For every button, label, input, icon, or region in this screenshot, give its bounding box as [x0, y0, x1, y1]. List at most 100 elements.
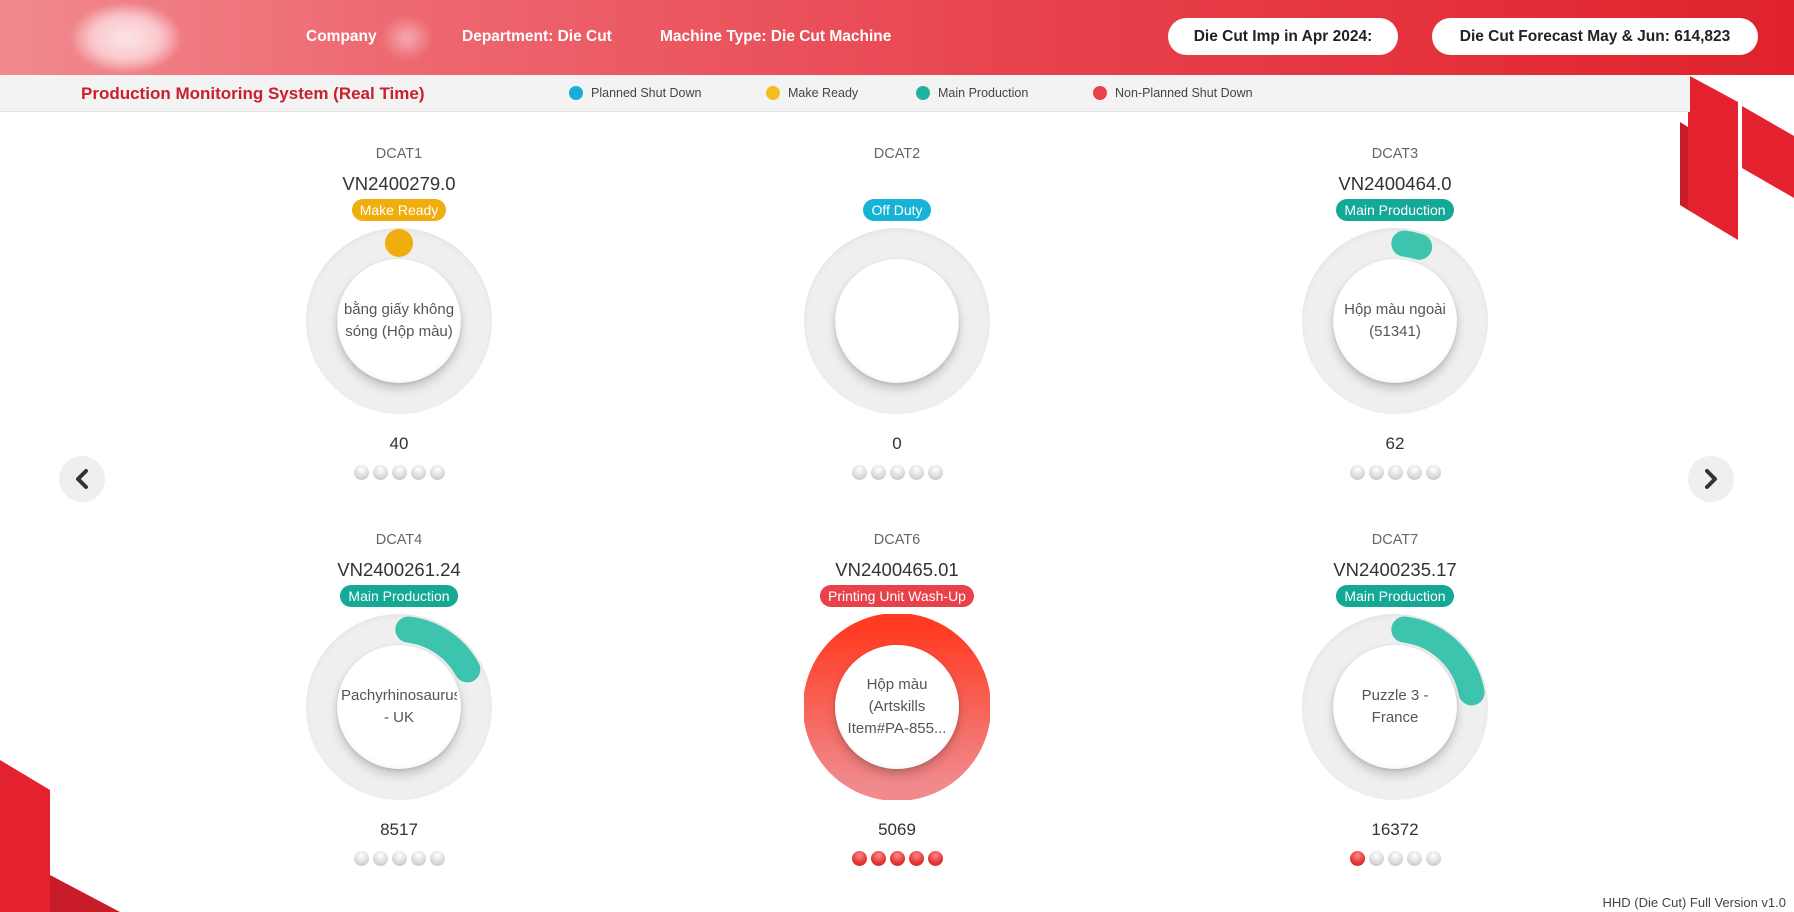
- machine-card[interactable]: DCAT2 Off Duty 0: [767, 146, 1027, 486]
- company-name-redacted: [382, 16, 432, 60]
- status-dots: [269, 465, 529, 480]
- output-count: 0: [892, 434, 902, 453]
- machine-type-label: Machine Type: Die Cut Machine: [660, 28, 892, 45]
- status-dot: [1368, 465, 1384, 480]
- status-dots: [269, 851, 529, 866]
- dashboard-page: Company Department: Die Cut Machine Type…: [0, 0, 1794, 912]
- decor-bottom-left-shape: [0, 760, 120, 912]
- status-dot: [1406, 851, 1422, 866]
- status-badge: Main Production: [340, 585, 458, 607]
- output-count: 8517: [380, 820, 418, 839]
- legend-label: Planned Shut Down: [591, 86, 702, 100]
- status-dot: [429, 465, 445, 480]
- product-name: Hộp màu (Artskills Item#PA-855...: [847, 676, 947, 737]
- status-dot: [391, 851, 407, 866]
- machine-card[interactable]: DCAT3 VN2400464.0 Main Production Hộp mà…: [1265, 146, 1525, 486]
- machine-card[interactable]: DCAT7 VN2400235.17 Main Production Puzzl…: [1265, 532, 1525, 872]
- status-badge: Off Duty: [863, 199, 931, 221]
- progress-gauge: bằng giấy không sóng (Hộp màu): [306, 228, 492, 414]
- machine-card[interactable]: DCAT6 VN2400465.01 Printing Unit Wash-Up…: [767, 532, 1027, 872]
- product-name: Puzzle 3 - France: [1361, 687, 1429, 726]
- chevron-left-icon: [76, 469, 88, 489]
- decor-top-right-shape: [1680, 75, 1794, 240]
- status-dots: [767, 465, 1027, 480]
- legend-planned-shutdown: Planned Shut Down: [569, 86, 702, 100]
- status-dot: [353, 851, 369, 866]
- product-name: Pachyrhinosaurus - UK: [341, 687, 457, 726]
- status-dots: [1265, 851, 1525, 866]
- product-center: bằng giấy không sóng (Hộp màu): [337, 259, 461, 383]
- machine-name: DCAT2: [873, 146, 921, 162]
- status-dot: [353, 465, 369, 480]
- status-dot: [851, 465, 867, 480]
- legend-label: Make Ready: [788, 86, 859, 100]
- version-label: HHD (Die Cut) Full Version v1.0: [1602, 895, 1787, 910]
- status-dot: [391, 465, 407, 480]
- legend-dot: [766, 86, 780, 100]
- job-number: VN2400465.01: [835, 559, 959, 580]
- machine-name: DCAT3: [1371, 146, 1419, 162]
- status-dot: [1368, 851, 1384, 866]
- gauge-progress-arc: [1391, 230, 1433, 260]
- status-dot: [851, 851, 867, 866]
- status-dot: [1425, 851, 1441, 866]
- progress-gauge: [804, 228, 990, 414]
- status-dot: [1349, 465, 1365, 480]
- output-count: 62: [1385, 434, 1405, 453]
- status-dot: [1387, 465, 1403, 480]
- status-dot: [410, 851, 426, 866]
- legend-main-production: Main Production: [916, 86, 1028, 100]
- product-center: Hộp màu ngoài (51341): [1333, 259, 1457, 383]
- department-label: Department: Die Cut: [462, 28, 612, 45]
- status-badge: Make Ready: [351, 199, 447, 221]
- progress-gauge: Pachyrhinosaurus - UK: [306, 614, 492, 800]
- gauge-progress-marker: [385, 229, 413, 257]
- output-count: 16372: [1371, 820, 1419, 839]
- status-dot: [429, 851, 445, 866]
- machine-name: DCAT6: [873, 532, 921, 548]
- status-dot: [927, 465, 943, 480]
- output-count: 5069: [878, 820, 916, 839]
- company-logo: [72, 4, 180, 72]
- status-dots: [767, 851, 1027, 866]
- product-name: Hộp màu ngoài (51341): [1344, 301, 1446, 340]
- status-dot: [870, 851, 886, 866]
- machine-name: DCAT7: [1371, 532, 1419, 548]
- status-badge: Main Production: [1336, 199, 1454, 221]
- legend-dot: [569, 86, 583, 100]
- legend-label: Main Production: [938, 86, 1029, 100]
- status-dot: [410, 465, 426, 480]
- machine-name: DCAT1: [375, 146, 423, 162]
- next-page-button[interactable]: [1688, 456, 1734, 502]
- prev-page-button[interactable]: [59, 456, 105, 502]
- status-dot: [372, 465, 388, 480]
- machine-card[interactable]: DCAT4 VN2400261.24 Main Production Pachy…: [269, 532, 529, 872]
- forecast-button[interactable]: Die Cut Forecast May & Jun: 614,823: [1432, 18, 1758, 55]
- legend-dot: [1093, 86, 1107, 100]
- sub-header: Production Monitoring System (Real Time)…: [0, 75, 1690, 112]
- status-badge: Printing Unit Wash-Up: [820, 585, 974, 607]
- status-dot: [372, 851, 388, 866]
- chevron-right-icon: [1705, 469, 1717, 489]
- page-title: Production Monitoring System (Real Time): [81, 84, 425, 103]
- progress-gauge: Puzzle 3 - France: [1302, 614, 1488, 800]
- job-number: VN2400279.0: [342, 173, 456, 194]
- legend-make-ready: Make Ready: [766, 86, 858, 100]
- status-dot: [889, 465, 905, 480]
- machine-card[interactable]: DCAT1 VN2400279.0 Make Ready bằng giấy k…: [269, 146, 529, 486]
- top-header: Company Department: Die Cut Machine Type…: [0, 0, 1794, 75]
- product-center: Puzzle 3 - France: [1333, 645, 1457, 769]
- job-number: VN2400464.0: [1338, 173, 1452, 194]
- output-count: 40: [389, 434, 409, 453]
- status-dot: [908, 851, 924, 866]
- progress-gauge: Hộp màu ngoài (51341): [1302, 228, 1488, 414]
- product-name: bằng giấy không sóng (Hộp màu): [343, 301, 455, 340]
- imp-month-button[interactable]: Die Cut Imp in Apr 2024:: [1168, 18, 1398, 55]
- product-center: Pachyrhinosaurus - UK: [337, 645, 461, 769]
- product-center: Hộp màu (Artskills Item#PA-855...: [835, 645, 959, 769]
- status-dot: [1406, 465, 1422, 480]
- status-dot: [1425, 465, 1441, 480]
- job-number: VN2400235.17: [1333, 559, 1457, 580]
- job-number: VN2400261.24: [337, 559, 461, 580]
- legend-dot: [916, 86, 930, 100]
